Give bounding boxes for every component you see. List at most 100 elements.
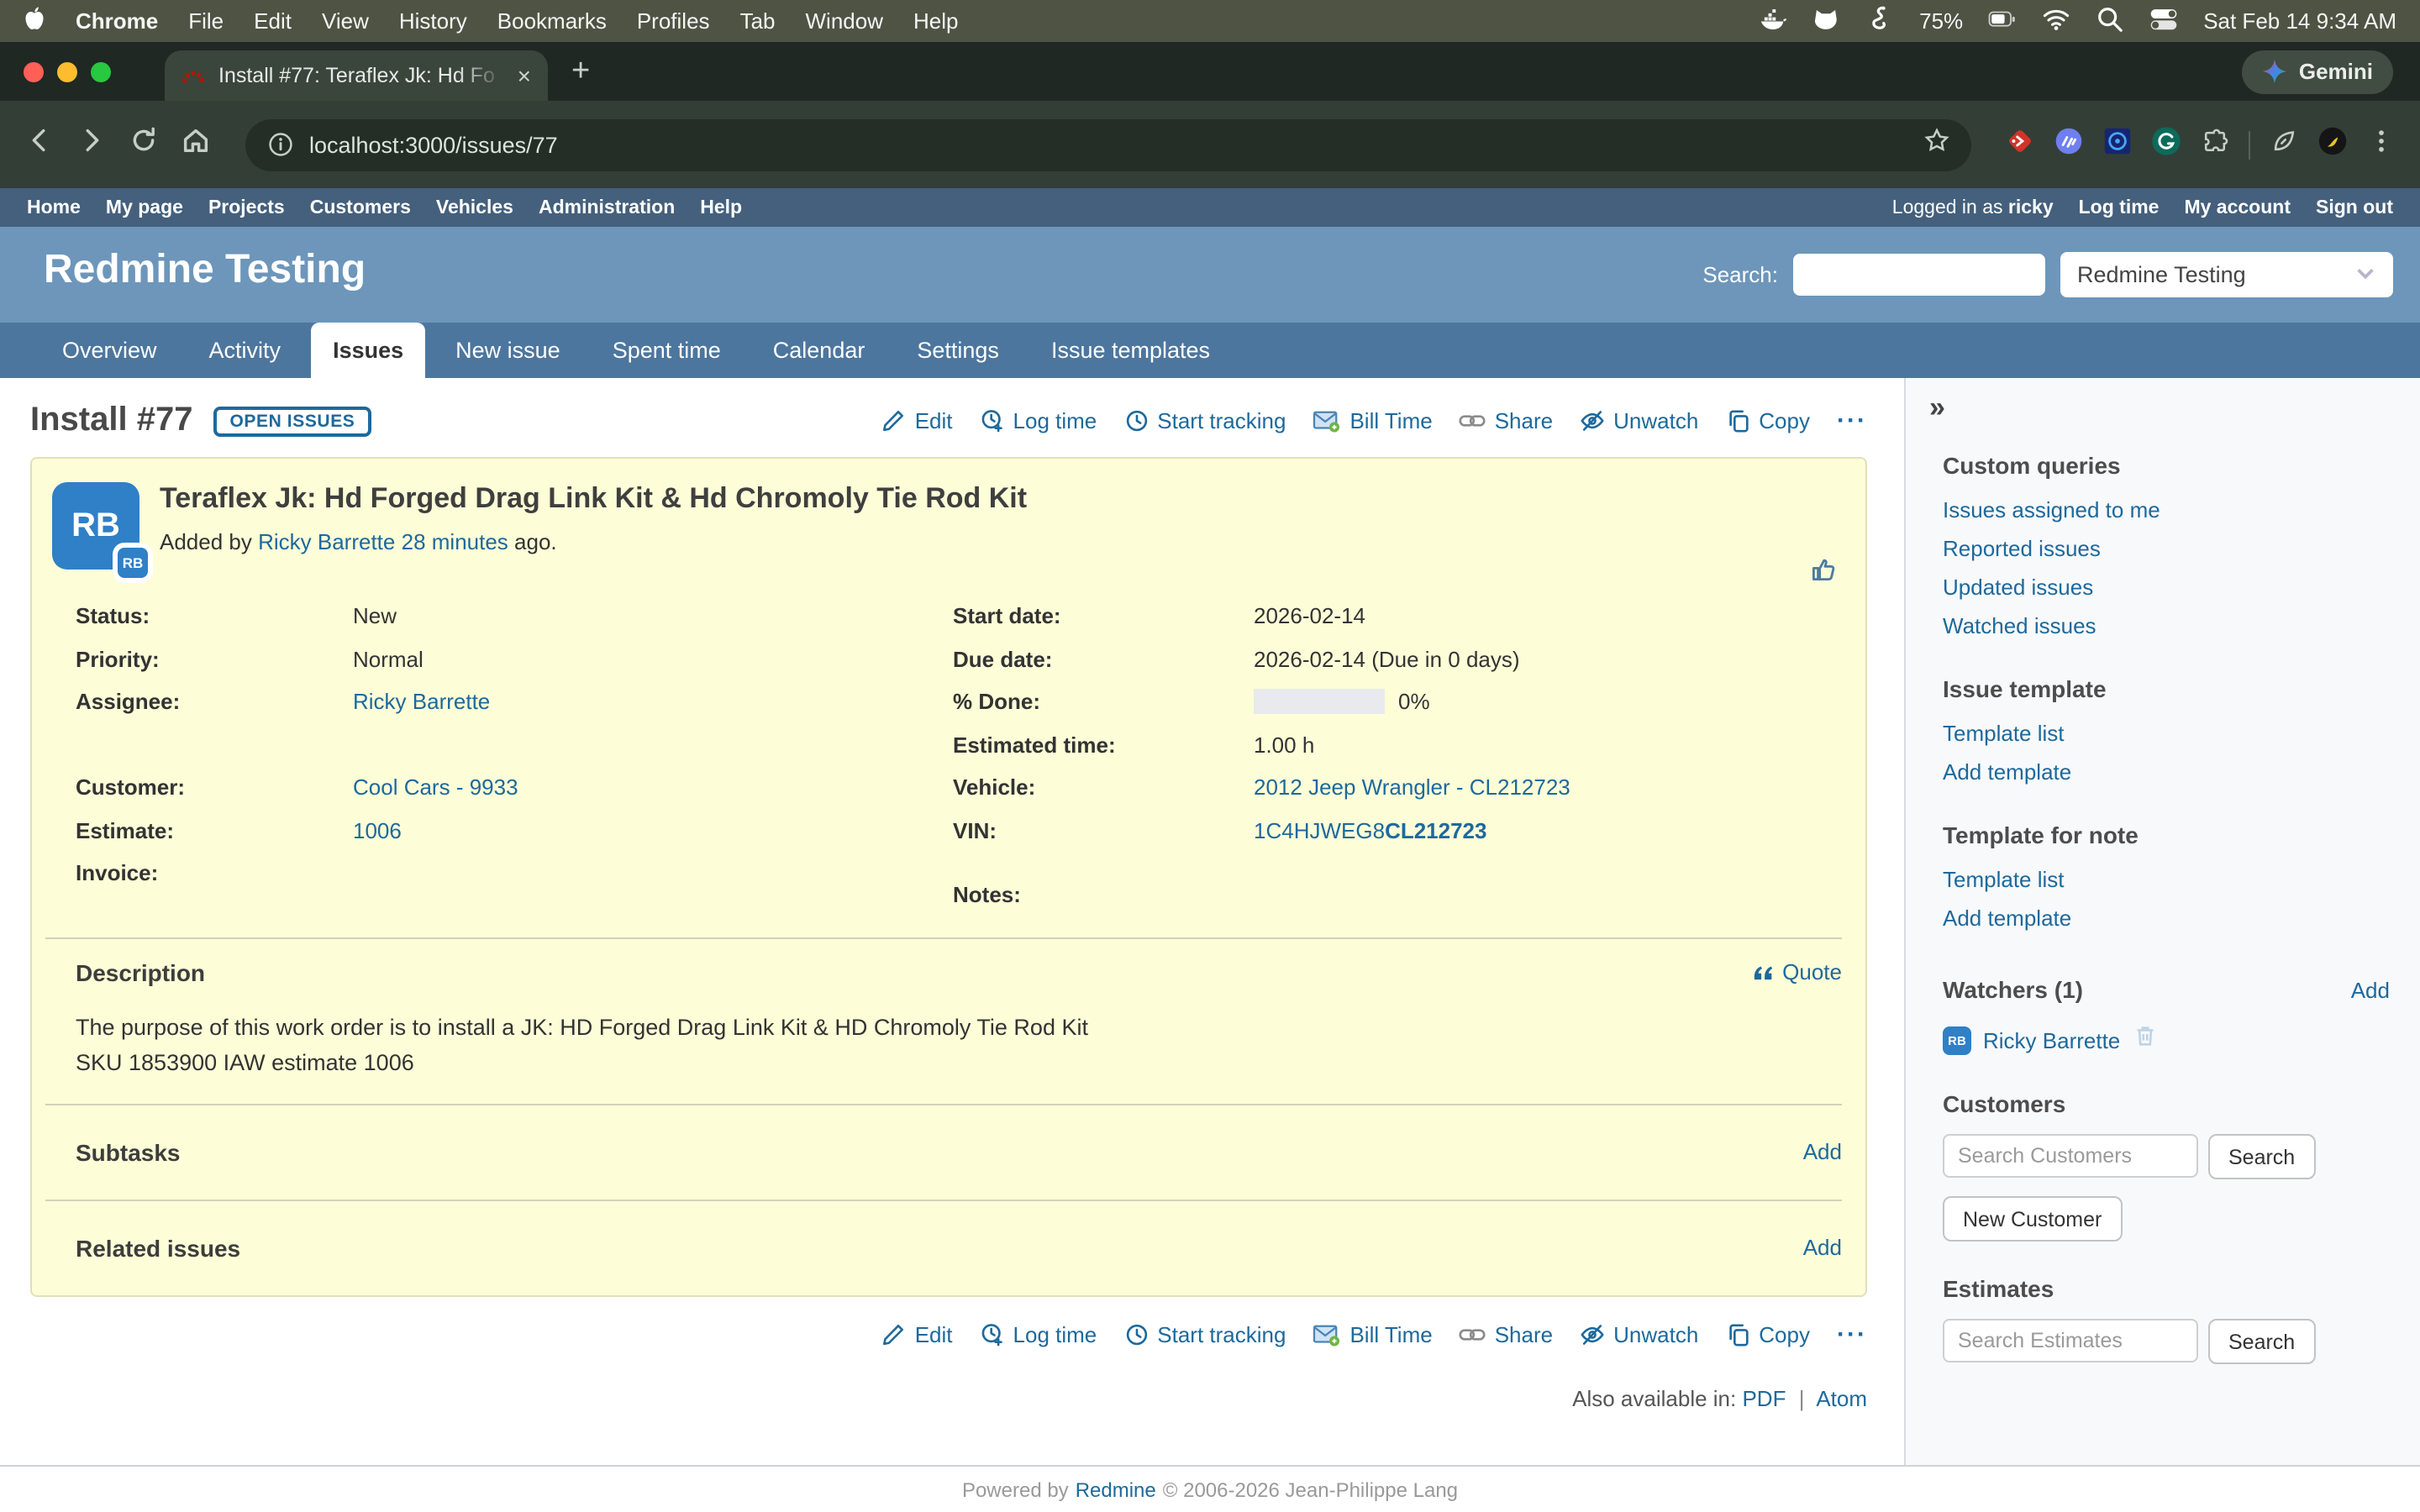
menubar-item-help[interactable]: Help	[913, 8, 959, 34]
estimates-search-button[interactable]: Search	[2208, 1319, 2315, 1364]
tab-calendar[interactable]: Calendar	[751, 323, 887, 378]
topbar-my-page[interactable]: My page	[106, 197, 183, 218]
query-reported-issues[interactable]: Reported issues	[1943, 534, 2390, 564]
browser-tab[interactable]: Install #77: Teraflex Jk: Hd Fo ×	[165, 50, 548, 101]
edit-button[interactable]: Edit	[881, 408, 953, 433]
home-icon[interactable]	[180, 124, 212, 165]
back-icon[interactable]	[24, 124, 55, 165]
share-button[interactable]: Share	[1460, 408, 1553, 433]
tab-issues[interactable]: Issues	[311, 323, 425, 378]
extension-email-lock-icon[interactable]	[2102, 125, 2133, 164]
tab-issue-templates[interactable]: Issue templates	[1029, 323, 1232, 378]
gemini-button[interactable]: Gemini	[2242, 50, 2393, 93]
topbar-projects[interactable]: Projects	[208, 197, 285, 218]
profile-avatar[interactable]	[2317, 125, 2348, 164]
bookmark-star-icon[interactable]	[1923, 126, 1951, 163]
added-time-link[interactable]: 28 minutes	[402, 529, 508, 554]
menubar-item-history[interactable]: History	[399, 8, 467, 34]
tab-spent-time[interactable]: Spent time	[591, 323, 743, 378]
subtasks-add-link[interactable]: Add	[1803, 1139, 1842, 1164]
menubar-clock[interactable]: Sat Feb 14 9:34 AM	[2203, 8, 2396, 34]
menubar-item-file[interactable]: File	[188, 8, 224, 34]
reload-icon[interactable]	[128, 124, 160, 165]
pdf-link[interactable]: PDF	[1742, 1385, 1786, 1410]
delete-watcher-icon[interactable]	[2132, 1023, 2157, 1057]
search-estimates-input[interactable]	[1943, 1319, 2198, 1362]
open-issues-badge[interactable]: OPEN ISSUES	[213, 406, 371, 436]
topbar-customers[interactable]: Customers	[310, 197, 411, 218]
edit-button-bottom[interactable]: Edit	[881, 1321, 953, 1347]
topbar-home[interactable]: Home	[27, 197, 81, 218]
author-link[interactable]: Ricky Barrette	[258, 529, 395, 554]
menubar-item-profiles[interactable]: Profiles	[637, 8, 710, 34]
window-zoom-button[interactable]	[91, 61, 111, 81]
topbar-my-account[interactable]: My account	[2184, 197, 2291, 218]
search-input[interactable]	[1793, 254, 2045, 296]
query-issues-assigned-to-me[interactable]: Issues assigned to me	[1943, 496, 2390, 526]
new-customer-button[interactable]: New Customer	[1943, 1196, 2122, 1242]
start-tracking-button[interactable]: Start tracking	[1123, 408, 1286, 433]
menubar-item-window[interactable]: Window	[806, 8, 884, 34]
menubar-item-view[interactable]: View	[322, 8, 369, 34]
topbar-help[interactable]: Help	[700, 197, 742, 218]
watcher-name-link[interactable]: Ricky Barrette	[1983, 1027, 2120, 1053]
tab-new-issue[interactable]: New issue	[434, 323, 582, 378]
menubar-item-chrome[interactable]: Chrome	[76, 8, 158, 34]
redmine-link[interactable]: Redmine	[1076, 1478, 1156, 1501]
sidebar-collapse-icon[interactable]: »	[1929, 391, 2390, 425]
menubar-item-edit[interactable]: Edit	[254, 8, 292, 34]
search-customers-input[interactable]	[1943, 1134, 2198, 1178]
customers-search-button[interactable]: Search	[2208, 1134, 2315, 1179]
battery-icon[interactable]	[1988, 4, 2017, 38]
address-bar[interactable]: localhost:3000/issues/77	[245, 118, 1971, 171]
fox-app-icon[interactable]	[1812, 4, 1840, 38]
quote-button[interactable]: Quote	[1750, 959, 1842, 984]
tab-close-icon[interactable]: ×	[518, 62, 531, 89]
share-button-bottom[interactable]: Share	[1460, 1321, 1553, 1347]
spotlight-search-icon[interactable]	[2096, 4, 2124, 38]
vin-link[interactable]: 1C4HJWEG8CL212723	[1254, 818, 1487, 843]
issue-template-add-link[interactable]: Add template	[1943, 758, 2390, 788]
chrome-menu-kebab-icon[interactable]	[2366, 125, 2396, 164]
tab-settings[interactable]: Settings	[895, 323, 1021, 378]
issue-template-list-link[interactable]: Template list	[1943, 719, 2390, 749]
more-actions-button[interactable]: ···	[1837, 407, 1867, 435]
tab-overview[interactable]: Overview	[40, 323, 179, 378]
more-actions-button-bottom[interactable]: ···	[1837, 1320, 1867, 1348]
query-watched-issues[interactable]: Watched issues	[1943, 612, 2390, 642]
unwatch-button-bottom[interactable]: Unwatch	[1580, 1321, 1698, 1347]
bill-time-button[interactable]: Bill Time	[1313, 408, 1432, 433]
menubar-item-tab[interactable]: Tab	[740, 8, 776, 34]
log-time-button[interactable]: Log time	[980, 408, 1097, 433]
docker-icon[interactable]	[1758, 4, 1786, 38]
note-template-list-link[interactable]: Template list	[1943, 865, 2390, 895]
window-close-button[interactable]	[24, 61, 44, 81]
thumbs-up-icon[interactable]	[1810, 556, 1839, 593]
grammarly-icon[interactable]	[2151, 125, 2181, 164]
watchers-add-link[interactable]: Add	[2351, 978, 2390, 1003]
wifi-icon[interactable]	[2042, 4, 2070, 38]
log-time-button-bottom[interactable]: Log time	[980, 1321, 1097, 1347]
bill-time-button-bottom[interactable]: Bill Time	[1313, 1321, 1432, 1347]
project-select[interactable]: Redmine Testing	[2060, 252, 2393, 297]
forward-icon[interactable]	[76, 124, 108, 165]
extensions-puzzle-icon[interactable]	[2200, 125, 2230, 164]
customer-link[interactable]: Cool Cars - 9933	[353, 775, 518, 801]
estimate-link[interactable]: 1006	[353, 818, 402, 843]
window-minimize-button[interactable]	[57, 61, 77, 81]
related-issues-add-link[interactable]: Add	[1803, 1235, 1842, 1260]
query-updated-issues[interactable]: Updated issues	[1943, 573, 2390, 603]
topbar-vehicles[interactable]: Vehicles	[436, 197, 513, 218]
new-tab-button[interactable]: +	[571, 53, 590, 90]
menubar-item-bookmarks[interactable]: Bookmarks	[497, 8, 607, 34]
assignee-link[interactable]: Ricky Barrette	[353, 690, 490, 715]
battery-saver-icon[interactable]	[2269, 125, 2299, 164]
copy-button-bottom[interactable]: Copy	[1725, 1321, 1810, 1347]
site-info-icon[interactable]	[267, 129, 294, 160]
tab-activity[interactable]: Activity	[187, 323, 303, 378]
apple-icon[interactable]	[24, 6, 45, 36]
atom-link[interactable]: Atom	[1816, 1385, 1867, 1410]
start-tracking-button-bottom[interactable]: Start tracking	[1123, 1321, 1286, 1347]
topbar-log-time[interactable]: Log time	[2079, 197, 2160, 218]
note-template-add-link[interactable]: Add template	[1943, 904, 2390, 934]
